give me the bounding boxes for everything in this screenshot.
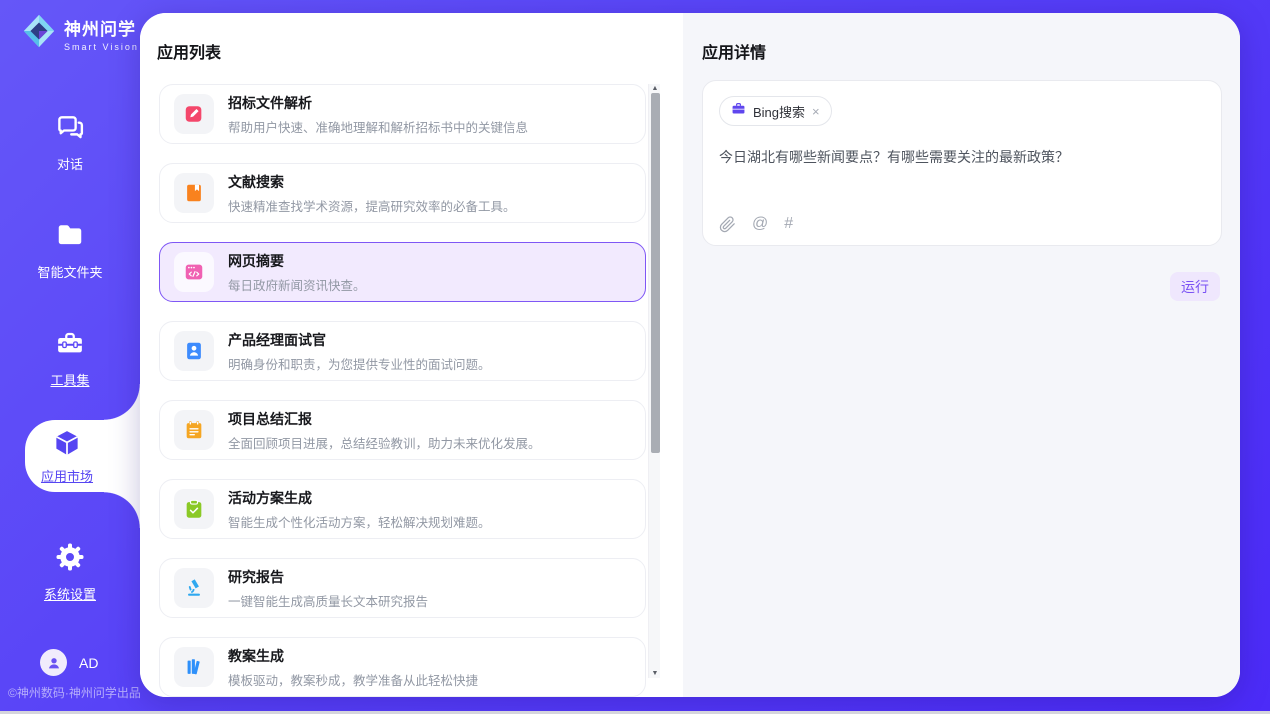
sidebar-item-label: 应用市场 (41, 466, 93, 485)
app-card-activity-plan[interactable]: 活动方案生成 智能生成个性化活动方案，轻松解决规划难题。 (159, 479, 646, 539)
app-card-description: 全面回顾项目进展，总结经验教训，助力未来优化发展。 (228, 433, 541, 452)
app-card-title: 招标文件解析 (228, 93, 528, 113)
scrollbar-thumb[interactable] (651, 93, 660, 453)
close-icon[interactable]: × (812, 104, 820, 119)
query-text-input[interactable]: 今日湖北有哪些新闻要点？有哪些需要关注的最新政策？ (719, 147, 1199, 167)
app-card-description: 快速精准查找学术资源，提高研究效率的必备工具。 (228, 196, 516, 215)
app-card-title: 研究报告 (228, 567, 428, 587)
app-card-description: 明确身份和职责，为您提供专业性的面试问题。 (228, 354, 491, 373)
avatar (40, 649, 67, 676)
sidebar-item-label: 智能文件夹 (37, 262, 102, 281)
app-card-web-summary[interactable]: 网页摘要 每日政府新闻资讯快查。 (159, 242, 646, 302)
sidebar-item-label: 系统设置 (44, 584, 96, 603)
input-toolbar: @ # (719, 215, 793, 233)
app-card-title: 项目总结汇报 (228, 409, 541, 429)
sidebar-item-toolset[interactable]: 工具集 (0, 328, 140, 389)
app-list-scrollbar[interactable]: ▲ ▼ (648, 84, 660, 678)
interviewer-icon (174, 331, 214, 371)
app-detail-section: 应用详情 Bing搜索 × 今日湖北有哪些新闻要点？有哪些需要关注的最新政策？ (683, 13, 1240, 697)
mention-icon[interactable]: @ (752, 215, 768, 233)
app-card-title: 产品经理面试官 (228, 330, 491, 350)
tool-chip-label: Bing搜索 (753, 102, 805, 121)
app-card-pm-interviewer[interactable]: 产品经理面试官 明确身份和职责，为您提供专业性的面试问题。 (159, 321, 646, 381)
paperclip-icon[interactable] (719, 216, 736, 233)
app-card-title: 网页摘要 (228, 251, 366, 271)
app-list-section: 应用列表 招标文件解析 帮助用户快速、准确地理解和解析招标书中的关键信息 (140, 13, 683, 697)
briefcase-icon (731, 101, 746, 121)
toolbox-icon (55, 328, 85, 363)
app-list: 招标文件解析 帮助用户快速、准确地理解和解析招标书中的关键信息 文献搜索 快速精… (140, 84, 683, 697)
sidebar-item-label: 工具集 (50, 370, 89, 389)
app-card-research-report[interactable]: 研究报告 一键智能生成高质量长文本研究报告 (159, 558, 646, 618)
brand-logo: 神州问学 Smart Vision (20, 12, 139, 55)
folder-icon (55, 220, 85, 255)
user-initials: AD (79, 655, 98, 671)
run-button[interactable]: 运行 (1170, 272, 1220, 301)
gear-icon (55, 542, 85, 577)
app-card-title: 文献搜索 (228, 172, 516, 192)
app-card-title: 教案生成 (228, 646, 478, 666)
app-card-lesson-plan[interactable]: 教案生成 模板驱动，教案秒成，教学准备从此轻松快捷 (159, 637, 646, 697)
copyright-text: ©神州数码·神州问学出品 (8, 684, 141, 701)
bid-document-icon (174, 94, 214, 134)
sidebar-item-smart-folder[interactable]: 智能文件夹 (0, 220, 140, 281)
microscope-icon (174, 568, 214, 608)
app-list-title: 应用列表 (157, 39, 221, 63)
brand-subtitle: Smart Vision (64, 42, 139, 52)
chat-icon (55, 112, 85, 147)
prompt-input-card: Bing搜索 × 今日湖北有哪些新闻要点？有哪些需要关注的最新政策？ @ # (702, 80, 1222, 246)
active-tab-curve-top (104, 384, 140, 420)
books-icon (174, 647, 214, 687)
cube-icon (52, 428, 82, 463)
scroll-down-icon[interactable]: ▼ (649, 669, 661, 678)
sidebar-item-settings[interactable]: 系统设置 (0, 542, 140, 603)
app-card-project-summary[interactable]: 项目总结汇报 全面回顾项目进展，总结经验教训，助力未来优化发展。 (159, 400, 646, 460)
sidebar-item-app-market[interactable]: 应用市场 (25, 420, 140, 492)
scroll-up-icon[interactable]: ▲ (649, 84, 661, 93)
sidebar-item-chat[interactable]: 对话 (0, 112, 140, 173)
app-card-description: 一键智能生成高质量长文本研究报告 (228, 591, 428, 610)
clipboard-check-icon (174, 489, 214, 529)
sidebar: 神州问学 Smart Vision 对话 智能文件夹 (0, 0, 140, 714)
browser-code-icon (174, 252, 214, 292)
sidebar-item-label: 对话 (57, 154, 83, 173)
app-card-title: 活动方案生成 (228, 488, 491, 508)
tool-chip-bing-search[interactable]: Bing搜索 × (719, 96, 832, 126)
app-card-description: 智能生成个性化活动方案，轻松解决规划难题。 (228, 512, 491, 531)
app-card-description: 模板驱动，教案秒成，教学准备从此轻松快捷 (228, 670, 478, 689)
app-card-description: 每日政府新闻资讯快查。 (228, 275, 366, 294)
app-detail-title: 应用详情 (702, 39, 766, 63)
main-panel: 应用列表 招标文件解析 帮助用户快速、准确地理解和解析招标书中的关键信息 (140, 13, 1240, 697)
active-tab-curve-bottom (104, 492, 140, 528)
user-account[interactable]: AD (40, 649, 98, 676)
diamond-logo-icon (20, 12, 58, 55)
book-icon (174, 173, 214, 213)
app-card-literature-search[interactable]: 文献搜索 快速精准查找学术资源，提高研究效率的必备工具。 (159, 163, 646, 223)
hashtag-icon[interactable]: # (784, 215, 793, 233)
app-card-description: 帮助用户快速、准确地理解和解析招标书中的关键信息 (228, 117, 528, 136)
app-card-bid-analysis[interactable]: 招标文件解析 帮助用户快速、准确地理解和解析招标书中的关键信息 (159, 84, 646, 144)
brand-name: 神州问学 (64, 15, 139, 40)
notepad-icon (174, 410, 214, 450)
